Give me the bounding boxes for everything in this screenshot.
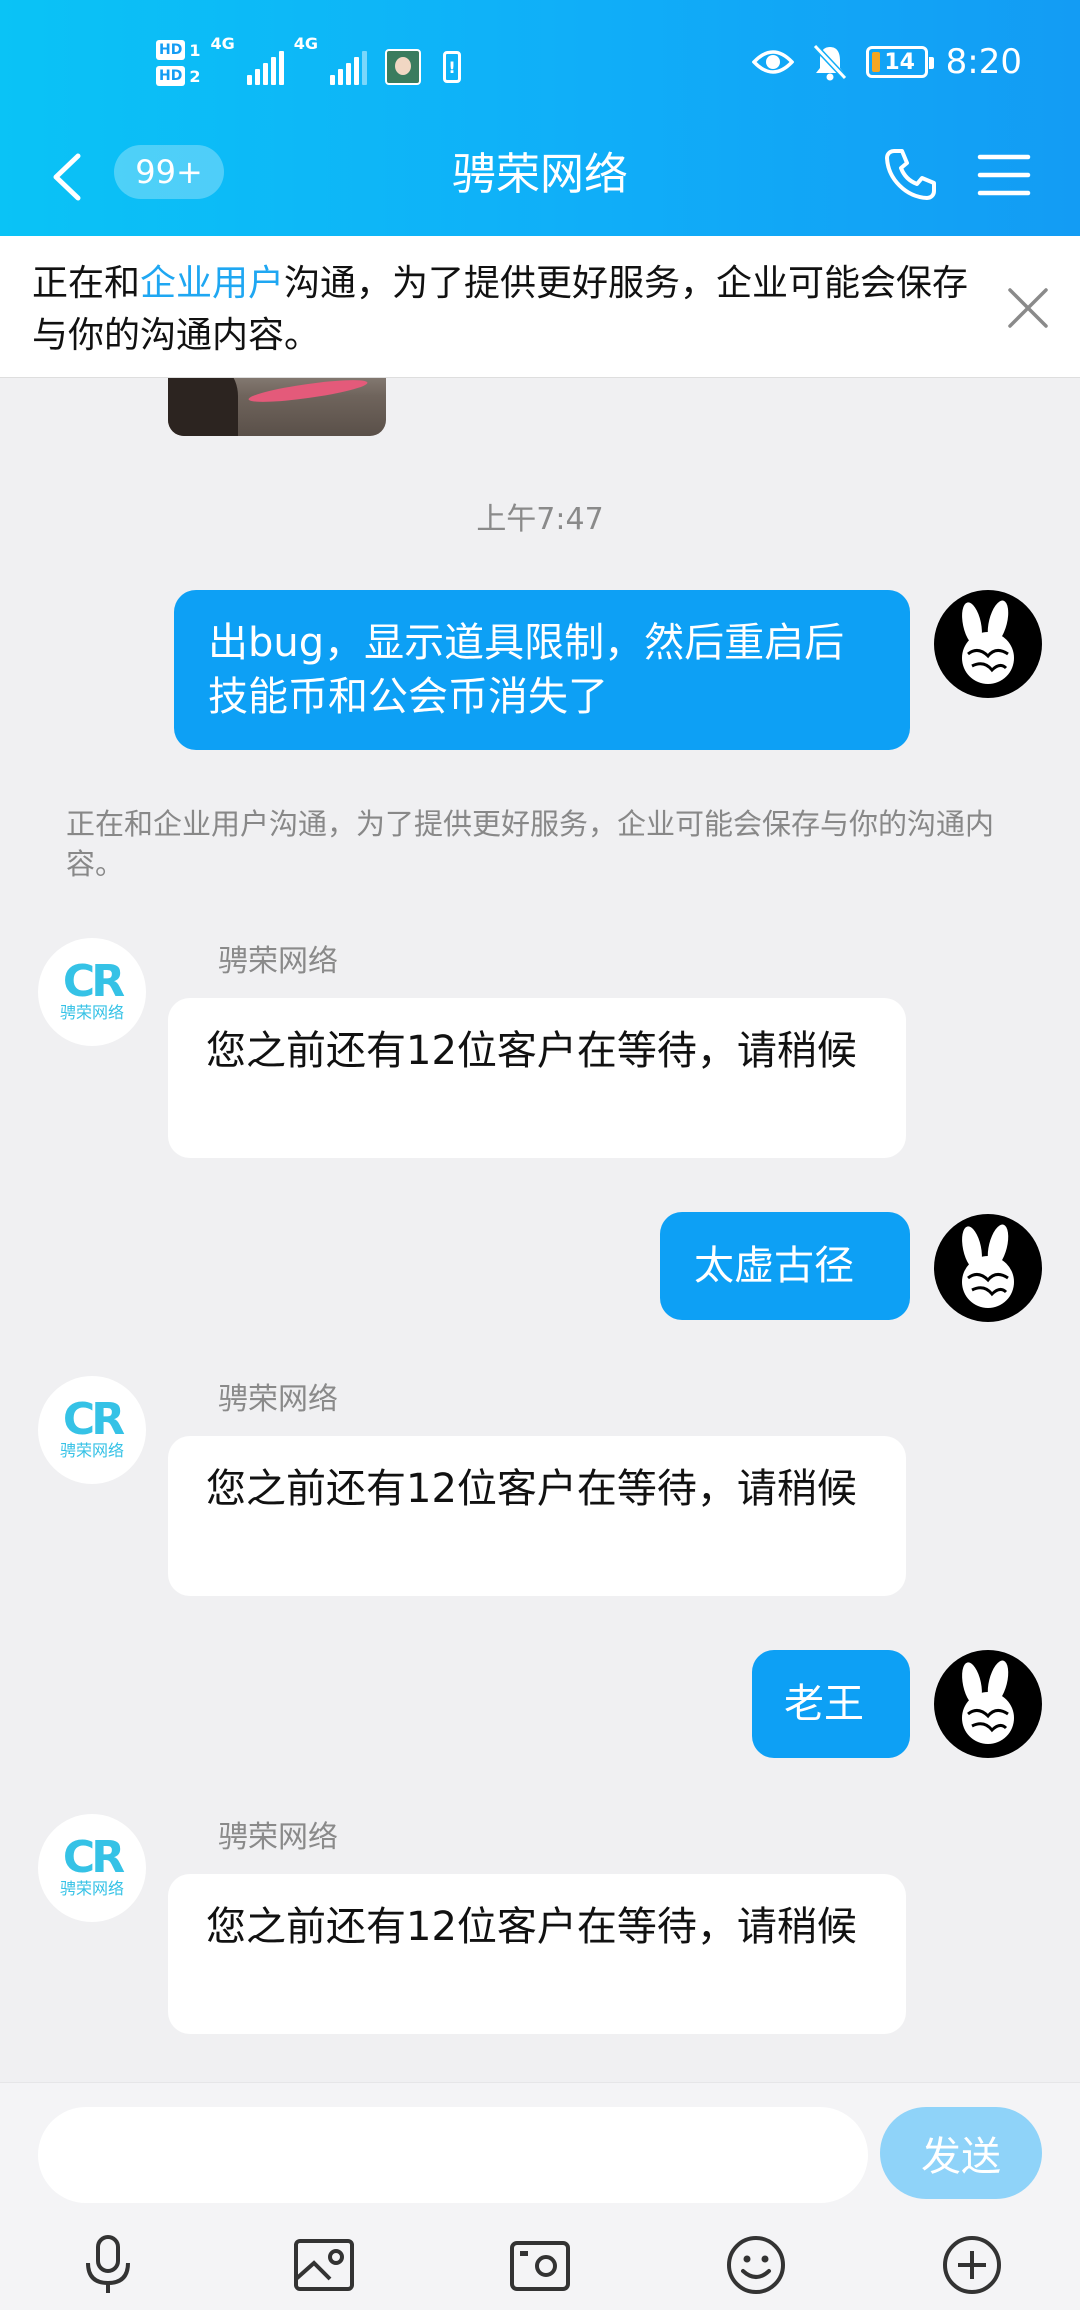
notice-prefix: 正在和 bbox=[32, 263, 141, 304]
close-icon bbox=[1008, 288, 1048, 328]
agent-logo-icon: CR bbox=[62, 956, 125, 1007]
hd-badge-2: HD bbox=[156, 66, 186, 86]
message-bubble-outgoing[interactable]: 出bug，显示道具限制，然后重启后技能币和公会币消失了 bbox=[174, 590, 910, 750]
input-toolbar bbox=[0, 2223, 1080, 2303]
clock: 8:20 bbox=[945, 42, 1022, 82]
sender-name: 骋荣网络 bbox=[218, 1382, 338, 1417]
network-type-2: 4G bbox=[293, 34, 319, 53]
message-bubble-outgoing[interactable]: 太虚古径 bbox=[660, 1212, 910, 1320]
send-button[interactable]: 发送 bbox=[880, 2107, 1042, 2199]
emoji-button[interactable] bbox=[724, 2233, 788, 2297]
rabbit-avatar-icon bbox=[962, 1224, 1014, 1308]
message-bubble-outgoing[interactable]: 老王 bbox=[752, 1650, 910, 1758]
my-avatar[interactable] bbox=[934, 1214, 1042, 1322]
notice-text: 正在和企业用户沟通，为了提供更好服务，企业可能会保存与你的沟通内容。 bbox=[32, 258, 992, 362]
agent-logo-icon: CR bbox=[62, 1832, 125, 1883]
mute-bell-icon bbox=[812, 43, 847, 81]
rabbit-avatar-icon bbox=[962, 1660, 1014, 1744]
my-avatar[interactable] bbox=[934, 1650, 1042, 1758]
photo-button[interactable] bbox=[292, 2233, 356, 2297]
message-bubble-incoming[interactable]: 您之前还有12位客户在等待，请稍候 bbox=[168, 1436, 906, 1596]
agent-logo-icon: CR bbox=[62, 1394, 125, 1445]
battery-icon: 14 bbox=[865, 46, 934, 78]
voice-button[interactable] bbox=[76, 2233, 140, 2297]
sender-name: 骋荣网络 bbox=[218, 1820, 338, 1855]
nav-bar: 99+ 骋荣网络 bbox=[0, 125, 1080, 236]
chat-area[interactable]: 上午7:47 出bug，显示道具限制，然后重启后技能币和公会币消失了 正在和企业… bbox=[0, 236, 1080, 2082]
battery-level: 14 bbox=[884, 49, 915, 75]
photo-icon bbox=[294, 2239, 354, 2291]
camera-button[interactable] bbox=[508, 2233, 572, 2297]
message-bubble-incoming[interactable]: 您之前还有12位客户在等待，请稍候 bbox=[168, 998, 906, 1158]
more-button[interactable] bbox=[940, 2233, 1004, 2297]
composer: 发送 bbox=[0, 2082, 1080, 2310]
status-bar: HD 1 HD 2 4G 4G ! 14 8:20 bbox=[0, 0, 1080, 125]
close-notice-button[interactable] bbox=[1004, 284, 1052, 332]
message-bubble-incoming[interactable]: 您之前还有12位客户在等待，请稍候 bbox=[168, 1874, 906, 2034]
phone-icon bbox=[885, 149, 936, 200]
rabbit-avatar-icon bbox=[962, 600, 1014, 684]
agent-avatar[interactable]: CR 骋荣网络 bbox=[38, 1376, 146, 1484]
message-input[interactable] bbox=[38, 2107, 868, 2203]
hd-sim-1: 1 bbox=[189, 40, 201, 60]
hd-badge-1: HD bbox=[156, 40, 186, 60]
agent-avatar[interactable]: CR 骋荣网络 bbox=[38, 1814, 146, 1922]
status-right: 14 8:20 bbox=[751, 34, 1022, 90]
camera-icon bbox=[510, 2241, 570, 2291]
system-notice: 正在和企业用户沟通，为了提供更好服务，企业可能会保存与你的沟通内容。 bbox=[66, 807, 995, 881]
status-left: HD 1 HD 2 4G 4G ! bbox=[156, 28, 462, 98]
hd-indicators: HD 1 HD 2 bbox=[156, 40, 200, 86]
microphone-icon bbox=[86, 2235, 130, 2293]
call-button[interactable] bbox=[880, 145, 940, 205]
plus-icon bbox=[943, 2236, 1001, 2294]
agent-avatar[interactable]: CR 骋荣网络 bbox=[38, 938, 146, 1046]
hd-sim-2: 2 bbox=[189, 66, 201, 86]
top-bar: HD 1 HD 2 4G 4G ! 14 8:20 99+ 骋荣网络 bbox=[0, 0, 1080, 236]
enterprise-notice-banner: 正在和企业用户沟通，为了提供更好服务，企业可能会保存与你的沟通内容。 bbox=[0, 236, 1080, 378]
app-notification-icon bbox=[385, 49, 422, 85]
eye-icon bbox=[751, 50, 794, 74]
signal-icon-2 bbox=[330, 51, 368, 85]
my-avatar[interactable] bbox=[934, 590, 1042, 698]
agent-logo-text: 骋荣网络 bbox=[59, 1879, 124, 1898]
menu-button[interactable] bbox=[976, 147, 1032, 203]
agent-logo-text: 骋荣网络 bbox=[59, 1003, 124, 1022]
network-type-1: 4G bbox=[210, 34, 235, 53]
agent-logo-text: 骋荣网络 bbox=[59, 1441, 124, 1460]
notice-enterprise-link[interactable]: 企业用户 bbox=[140, 263, 284, 304]
signal-icon-1 bbox=[246, 51, 284, 85]
alert-icon: ! bbox=[443, 51, 462, 83]
emoji-icon bbox=[727, 2236, 785, 2294]
sender-name: 骋荣网络 bbox=[218, 944, 338, 979]
menu-icon bbox=[977, 154, 1031, 196]
message-timestamp: 上午7:47 bbox=[476, 502, 604, 537]
